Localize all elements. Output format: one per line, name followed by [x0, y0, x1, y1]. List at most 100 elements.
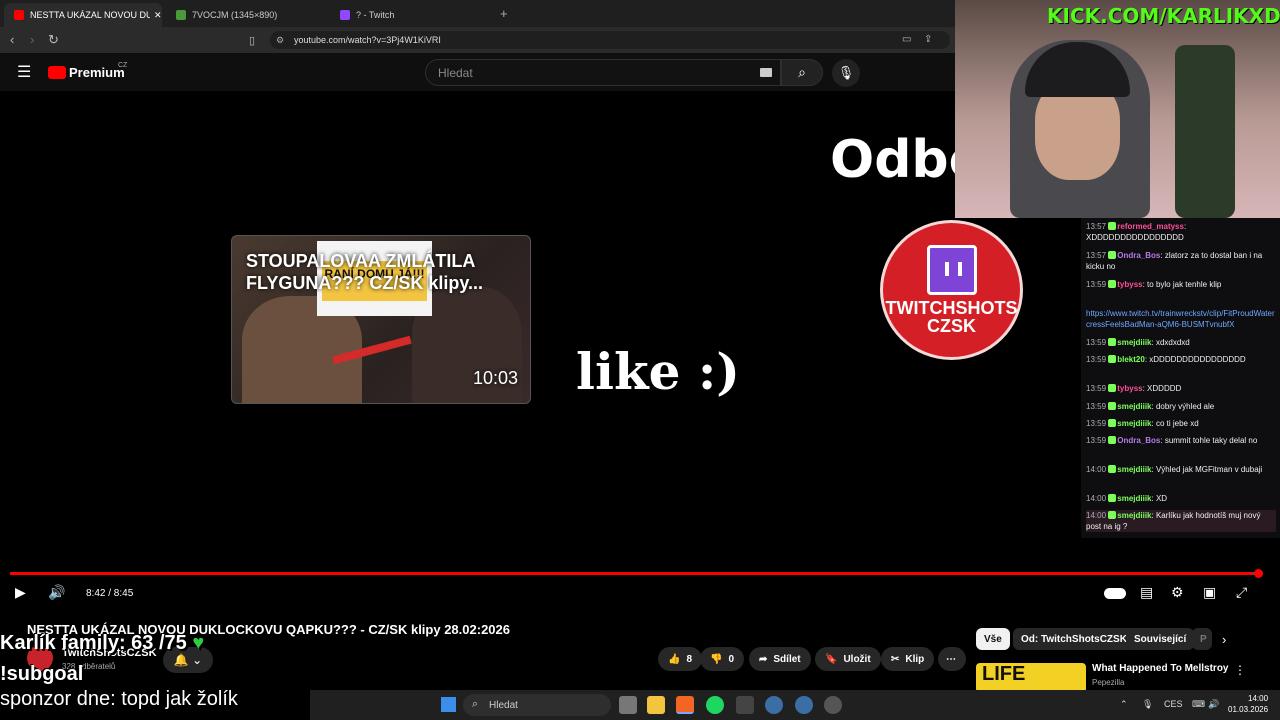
filter-chip-all[interactable]: Vše	[976, 628, 1010, 650]
share-button[interactable]: ➦ Sdílet	[749, 647, 811, 671]
chat-message: 13:59 tybyss: XDDDDD	[1086, 383, 1276, 394]
endscreen-channel-logo[interactable]: TWITCHSHOTS CZSK	[880, 220, 1023, 360]
time-display: 8:42 / 8:45	[86, 588, 134, 599]
brand-label[interactable]: Premium	[69, 65, 125, 80]
chat-link[interactable]: https://www.twitch.tv/trainwreckstv/clip…	[1086, 309, 1275, 329]
thumbs-down-icon: 👎	[710, 653, 723, 665]
back-icon[interactable]: ‹	[10, 32, 14, 47]
chat-username[interactable]: Ondra_Bos	[1117, 251, 1160, 260]
subgoal-text: !subgoal	[0, 663, 84, 685]
chat-text: : XD	[1151, 494, 1168, 503]
dislike-button[interactable]: 👎 0	[700, 647, 745, 671]
cast-icon[interactable]: ▭	[902, 34, 911, 45]
chat-username[interactable]: smejdiiik	[1117, 338, 1151, 347]
chevron-right-icon[interactable]: ›	[1222, 632, 1226, 647]
chat-username[interactable]: reformed_matyss	[1117, 222, 1184, 231]
app-icon[interactable]	[765, 696, 783, 714]
chat-username[interactable]: smejdiiik	[1117, 419, 1151, 428]
chat-username[interactable]: blekt20	[1117, 355, 1145, 364]
autoplay-toggle[interactable]	[1104, 588, 1126, 599]
youtube-logo-icon[interactable]	[48, 66, 66, 79]
filter-chip-more[interactable]: P	[1192, 628, 1212, 650]
chat-username[interactable]: smejdiiik	[1117, 511, 1151, 520]
search-input[interactable]: Hledat	[425, 59, 781, 86]
windows-start-icon[interactable]	[441, 697, 456, 712]
app-icon[interactable]	[795, 696, 813, 714]
subtitles-icon[interactable]: ▤	[1140, 584, 1153, 601]
obs-icon[interactable]	[824, 696, 842, 714]
fullscreen-icon[interactable]: ⤢	[1236, 584, 1247, 601]
chat-text: : to bylo jak tenhle klip	[1142, 280, 1222, 289]
more-vert-icon[interactable]: ⋮	[1234, 663, 1246, 677]
language-indicator[interactable]: CES	[1164, 699, 1183, 709]
chat-timestamp: 14:00	[1086, 465, 1109, 474]
filter-chip-related[interactable]: Související	[1126, 628, 1195, 650]
task-view-icon[interactable]	[619, 696, 637, 714]
spotify-icon[interactable]	[706, 696, 724, 714]
bookmark-icon[interactable]: ▯	[249, 34, 255, 47]
new-tab-button[interactable]: +	[500, 6, 508, 21]
chat-username[interactable]: tybyss	[1117, 384, 1142, 393]
save-button[interactable]: 🔖 Uložit	[815, 647, 881, 671]
save-label: Uložit	[843, 653, 871, 665]
scrubber-handle[interactable]	[1254, 569, 1263, 578]
voice-search-button[interactable]: 🎙	[832, 59, 860, 87]
chat-message: 14:00 smejdiiik: Výhled jak MGFitman v d…	[1086, 464, 1276, 475]
app-icon[interactable]	[736, 696, 754, 714]
chat-text: : summit tohle taky delal no	[1160, 436, 1258, 445]
miniplayer-icon[interactable]: ▣	[1203, 584, 1216, 601]
youtube-icon	[14, 10, 24, 20]
forward-icon[interactable]: ›	[30, 32, 34, 47]
site-info-icon[interactable]: ⚙	[276, 35, 284, 46]
like-button[interactable]: 👍 8	[658, 647, 703, 671]
thumbnail-text: LIFE	[982, 663, 1026, 685]
network-icon[interactable]: ⌨	[1192, 699, 1205, 710]
chat-username[interactable]: tybyss	[1117, 280, 1142, 289]
chat-username[interactable]: smejdiiik	[1117, 465, 1151, 474]
play-icon[interactable]: ▶	[15, 584, 26, 601]
chat-text: : xdxdxdxd	[1151, 338, 1190, 347]
mic-tray-icon[interactable]: 🎙	[1142, 699, 1153, 710]
chat-username[interactable]: smejdiiik	[1117, 494, 1151, 503]
tray-chevron-icon[interactable]: ⌃	[1120, 699, 1128, 710]
chat-badge-icon	[1108, 338, 1117, 346]
search-button[interactable]: ⌕	[781, 59, 823, 86]
chat-username[interactable]: Ondra_Bos	[1117, 436, 1160, 445]
volume-tray-icon[interactable]: 🔊	[1208, 699, 1219, 710]
taskbar-search[interactable]: ⌕ Hledat	[463, 694, 611, 716]
url-field[interactable]: youtube.com/watch?v=3Pj4W1KiVRI	[270, 31, 950, 49]
keyboard-icon[interactable]	[760, 68, 772, 77]
recommended-thumbnail[interactable]: LIFE	[976, 663, 1086, 693]
tab-youtube[interactable]: NESTTA UKÁZAL NOVOU DUKLO ✕	[4, 3, 162, 27]
menu-icon[interactable]: ☰	[17, 62, 31, 82]
search-placeholder: Hledat	[438, 65, 473, 80]
chat-badge-icon	[1108, 402, 1117, 410]
twitch-glitch-icon	[926, 245, 977, 295]
file-explorer-icon[interactable]	[647, 696, 665, 714]
chip-label: Vše	[984, 633, 1002, 645]
recommended-title[interactable]: What Happened To Mellstroy	[1092, 663, 1229, 674]
chat-message: 13:59 tybyss: to bylo jak tenhle klip	[1086, 279, 1276, 290]
recommended-channel[interactable]: Pepezilla	[1092, 678, 1124, 687]
reload-icon[interactable]: ↻	[48, 32, 59, 48]
chat-text: : dobry výhled ale	[1151, 402, 1215, 411]
share-label: Sdílet	[773, 653, 801, 665]
bookmark-icon: 🔖	[825, 653, 838, 665]
like-count: 8	[686, 653, 693, 665]
sponsor-text: sponzor dne: topd jak žolík	[0, 688, 238, 710]
taskbar-clock[interactable]: 14:00 01.03.2026	[1228, 693, 1268, 715]
tab-twitch[interactable]: ? - Twitch	[330, 3, 490, 27]
filter-chip-channel[interactable]: Od: TwitchShotsCZSK	[1013, 628, 1135, 650]
brave-browser-icon[interactable]	[676, 696, 694, 714]
endscreen-video-card[interactable]: RANÍ DOMU JÁ!!! STOUPALOVAA ZMLÁTILA FLY…	[231, 235, 531, 404]
close-icon[interactable]: ✕	[154, 10, 162, 21]
chat-timestamp: 13:59	[1086, 384, 1109, 393]
tab-image[interactable]: 7VOCJM (1345×890)	[166, 3, 326, 27]
chat-username[interactable]: smejdiiik	[1117, 402, 1151, 411]
more-actions-button[interactable]: ⋯	[938, 647, 966, 671]
volume-icon[interactable]: 🔊	[48, 584, 65, 601]
clip-button[interactable]: ✂ Klip	[881, 647, 935, 671]
clock-time: 14:00	[1248, 694, 1269, 703]
settings-icon[interactable]: ⚙	[1171, 584, 1184, 601]
share-icon[interactable]: ⇪	[924, 34, 932, 45]
